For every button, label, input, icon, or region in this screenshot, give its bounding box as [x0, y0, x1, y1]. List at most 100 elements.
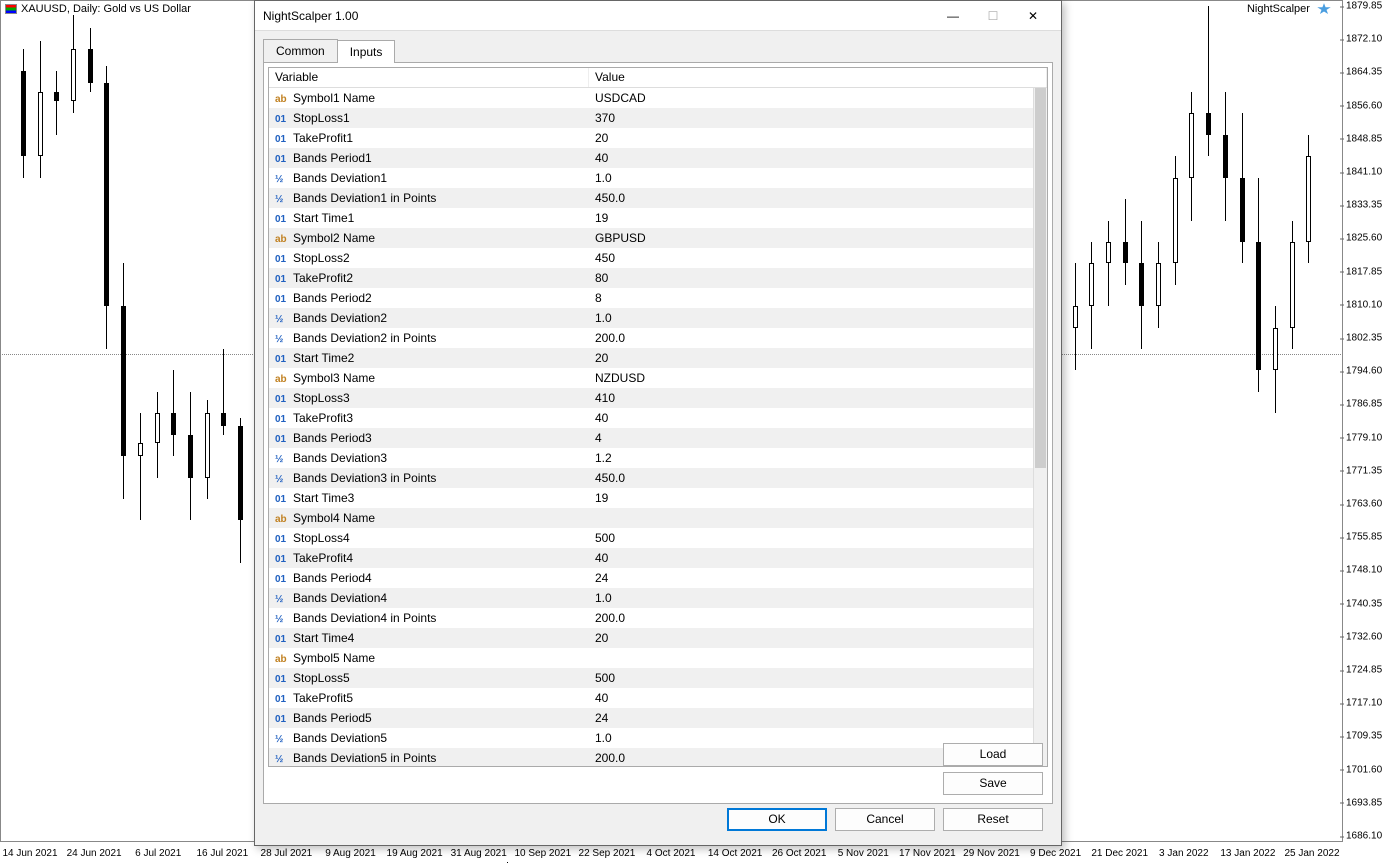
price-tick: 1771.35 — [1346, 465, 1382, 476]
table-row[interactable]: abSymbol2 NameGBPUSD — [269, 228, 1033, 248]
variable-value[interactable]: 19 — [589, 491, 1033, 505]
table-row[interactable]: 01Bands Period424 — [269, 568, 1033, 588]
type-icon: ab — [275, 514, 293, 525]
col-value[interactable]: Value — [589, 68, 1047, 87]
table-row[interactable]: 01StopLoss5500 — [269, 668, 1033, 688]
variable-value[interactable]: 500 — [589, 671, 1033, 685]
close-button[interactable]: ✕ — [1013, 2, 1053, 30]
load-button[interactable]: Load — [943, 743, 1043, 766]
table-row[interactable]: ½Bands Deviation31.2 — [269, 448, 1033, 468]
variable-name: Bands Deviation3 in Points — [293, 471, 436, 485]
table-row[interactable]: ½Bands Deviation1 in Points450.0 — [269, 188, 1033, 208]
chart-icon — [5, 4, 17, 14]
variable-value[interactable]: 4 — [589, 431, 1033, 445]
col-variable[interactable]: Variable — [269, 68, 589, 87]
table-row[interactable]: ½Bands Deviation4 in Points200.0 — [269, 608, 1033, 628]
ok-button[interactable]: OK — [727, 808, 827, 831]
table-row[interactable]: 01StopLoss1370 — [269, 108, 1033, 128]
variable-name: StopLoss2 — [293, 251, 350, 265]
type-icon: 01 — [275, 354, 293, 365]
cancel-button[interactable]: Cancel — [835, 808, 935, 831]
time-tick: 31 Aug 2021 — [451, 848, 507, 859]
table-row[interactable]: ½Bands Deviation21.0 — [269, 308, 1033, 328]
table-row[interactable]: 01StopLoss3410 — [269, 388, 1033, 408]
variable-value[interactable]: 24 — [589, 571, 1033, 585]
variable-value[interactable]: 450 — [589, 251, 1033, 265]
minimize-button[interactable]: — — [933, 2, 973, 30]
table-row[interactable]: 01Bands Period34 — [269, 428, 1033, 448]
variable-value[interactable]: 24 — [589, 711, 1033, 725]
table-row[interactable]: 01TakeProfit540 — [269, 688, 1033, 708]
variable-value[interactable]: 500 — [589, 531, 1033, 545]
table-row[interactable]: ½Bands Deviation5 in Points200.0 — [269, 748, 1033, 766]
table-row[interactable]: 01Bands Period524 — [269, 708, 1033, 728]
scrollbar-thumb[interactable] — [1035, 88, 1046, 468]
table-row[interactable]: ½Bands Deviation3 in Points 450.0 — [269, 468, 1033, 488]
variable-value[interactable]: 80 — [589, 271, 1033, 285]
table-row[interactable]: 01TakeProfit280 — [269, 268, 1033, 288]
table-row[interactable]: 01Start Time420 — [269, 628, 1033, 648]
table-row[interactable]: abSymbol3 NameNZDUSD — [269, 368, 1033, 388]
table-row[interactable]: ½Bands Deviation2 in Points200.0 — [269, 328, 1033, 348]
table-row[interactable]: 01Bands Period28 — [269, 288, 1033, 308]
table-row[interactable]: 01TakeProfit440 — [269, 548, 1033, 568]
variable-value[interactable]: 370 — [589, 111, 1033, 125]
save-button[interactable]: Save — [943, 772, 1043, 795]
variable-value[interactable]: 40 — [589, 411, 1033, 425]
time-tick: 14 Jun 2021 — [2, 848, 57, 859]
price-tick: 1779.10 — [1346, 432, 1382, 443]
table-row[interactable]: 01TakeProfit340 — [269, 408, 1033, 428]
table-row[interactable]: 01Start Time319 — [269, 488, 1033, 508]
dialog-title: NightScalper 1.00 — [263, 9, 933, 23]
variable-name: Bands Deviation3 — [293, 451, 387, 465]
variable-value[interactable]: 1.0 — [589, 591, 1033, 605]
time-tick: 14 Oct 2021 — [708, 848, 762, 859]
variable-value[interactable]: 200.0 — [589, 331, 1033, 345]
time-tick: 9 Dec 2021 — [1030, 848, 1081, 859]
grid-header[interactable]: Variable Value — [269, 68, 1047, 88]
table-row[interactable]: abSymbol1 NameUSDCAD — [269, 88, 1033, 108]
variable-value[interactable]: 1.0 — [589, 171, 1033, 185]
variable-value[interactable]: USDCAD — [589, 91, 1033, 105]
table-row[interactable]: 01Start Time220 — [269, 348, 1033, 368]
variable-value[interactable]: 450.0 — [589, 471, 1033, 485]
titlebar[interactable]: NightScalper 1.00 — ☐ ✕ — [255, 1, 1061, 31]
variable-value[interactable]: 20 — [589, 131, 1033, 145]
variable-value[interactable]: 410 — [589, 391, 1033, 405]
variable-value[interactable]: 450.0 — [589, 191, 1033, 205]
variable-value[interactable]: 40 — [589, 151, 1033, 165]
table-row[interactable]: 01Start Time119 — [269, 208, 1033, 228]
type-icon: ½ — [275, 474, 293, 485]
table-row[interactable]: 01TakeProfit120 — [269, 128, 1033, 148]
price-tick: 1841.10 — [1346, 167, 1382, 178]
variable-value[interactable]: 40 — [589, 551, 1033, 565]
variable-name: StopLoss1 — [293, 111, 350, 125]
variable-value[interactable]: GBPUSD — [589, 231, 1033, 245]
variable-value[interactable]: 200.0 — [589, 611, 1033, 625]
table-row[interactable]: ½Bands Deviation41.0 — [269, 588, 1033, 608]
variable-value[interactable]: 20 — [589, 351, 1033, 365]
variable-value[interactable]: 1.0 — [589, 311, 1033, 325]
table-row[interactable]: abSymbol5 Name — [269, 648, 1033, 668]
variable-value[interactable]: 1.2 — [589, 451, 1033, 465]
tab-common[interactable]: Common — [263, 39, 338, 62]
table-row[interactable]: ½Bands Deviation51.0 — [269, 728, 1033, 748]
variable-value[interactable]: NZDUSD — [589, 371, 1033, 385]
variable-value[interactable]: 40 — [589, 691, 1033, 705]
variable-value[interactable]: 19 — [589, 211, 1033, 225]
table-row[interactable]: 01StopLoss2450 — [269, 248, 1033, 268]
tab-inputs[interactable]: Inputs — [337, 40, 396, 63]
table-row[interactable]: abSymbol4 Name — [269, 508, 1033, 528]
scrollbar[interactable] — [1033, 88, 1047, 766]
table-row[interactable]: ½Bands Deviation11.0 — [269, 168, 1033, 188]
inputs-grid[interactable]: Variable Value abSymbol1 NameUSDCAD01Sto… — [268, 67, 1048, 767]
type-icon: 01 — [275, 394, 293, 405]
chart-title-text: XAUUSD, Daily: Gold vs US Dollar — [21, 3, 191, 15]
table-row[interactable]: 01Bands Period140 — [269, 148, 1033, 168]
price-tick: 1748.10 — [1346, 565, 1382, 576]
reset-button[interactable]: Reset — [943, 808, 1043, 831]
variable-name: Bands Deviation2 — [293, 311, 387, 325]
variable-value[interactable]: 8 — [589, 291, 1033, 305]
variable-value[interactable]: 20 — [589, 631, 1033, 645]
table-row[interactable]: 01StopLoss4500 — [269, 528, 1033, 548]
